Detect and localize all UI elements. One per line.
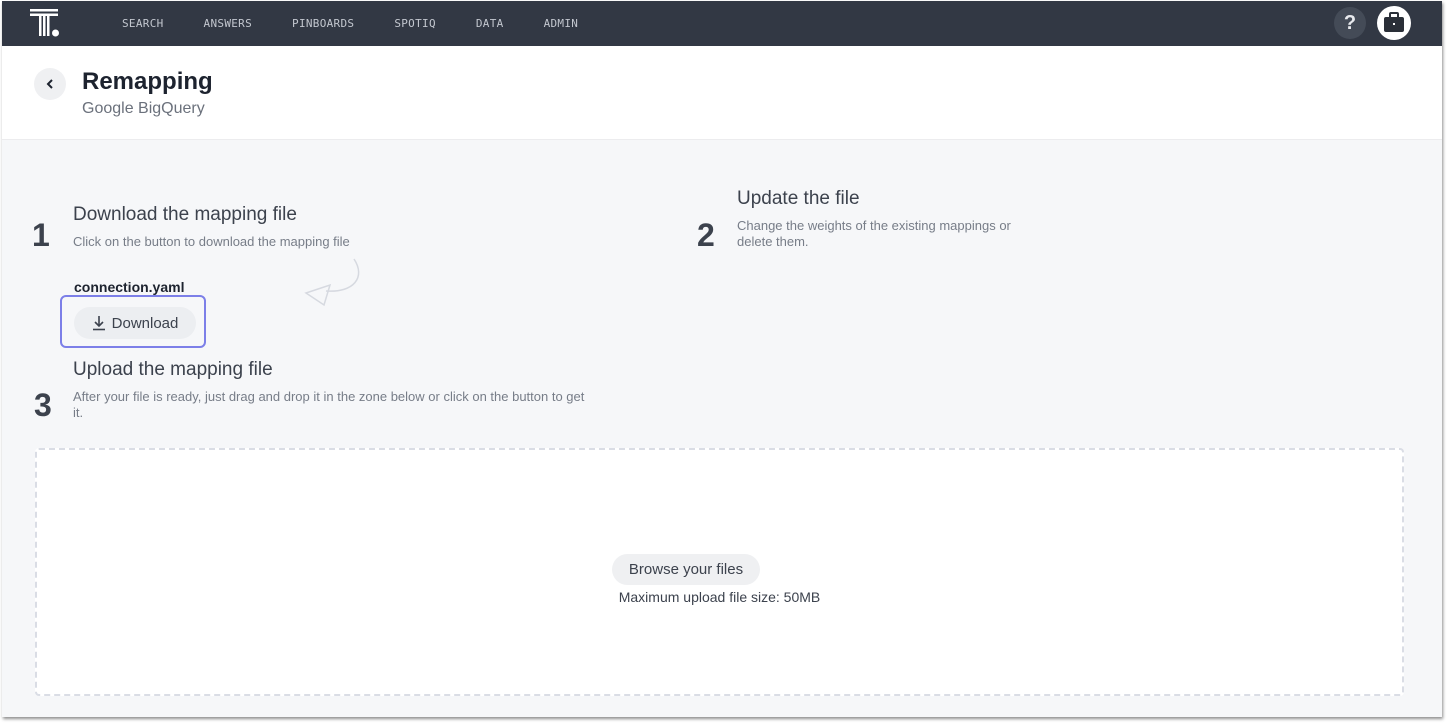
step-3-title: Upload the mapping file	[73, 359, 273, 380]
app-window: SEARCH ANSWERS PINBOARDS SPOTIQ DATA ADM…	[2, 1, 1442, 717]
nav-item-search[interactable]: SEARCH	[122, 17, 164, 30]
step-1-number: 1	[32, 217, 50, 253]
nav-item-pinboards[interactable]: PINBOARDS	[292, 17, 354, 30]
help-icon: ?	[1343, 11, 1357, 34]
page-title: Remapping	[82, 68, 213, 95]
briefcase-icon	[1384, 12, 1404, 32]
hint-arrow-icon	[304, 258, 360, 307]
step-2-number: 2	[697, 217, 715, 253]
step-3-number: 3	[34, 387, 52, 423]
step-2-description: Change the weights of the existing mappi…	[737, 218, 1011, 249]
back-button[interactable]	[34, 68, 66, 100]
download-button-label: Download	[111, 314, 179, 332]
thoughtspot-logo-icon[interactable]	[30, 9, 62, 39]
top-nav: SEARCH ANSWERS PINBOARDS SPOTIQ DATA ADM…	[2, 1, 1442, 46]
nav-menu: SEARCH ANSWERS PINBOARDS SPOTIQ DATA ADM…	[122, 1, 618, 46]
page-header: Remapping Google BigQuery	[2, 46, 1442, 140]
download-button[interactable]: Download	[74, 307, 196, 339]
mapping-file-name: connection.yaml	[74, 279, 185, 295]
nav-item-answers[interactable]: ANSWERS	[204, 17, 252, 30]
step-3-description: After your file is ready, just drag and …	[73, 389, 585, 420]
chevron-left-icon	[46, 79, 53, 89]
nav-item-data[interactable]: DATA	[476, 17, 504, 30]
max-upload-size-text: Maximum upload file size: 50MB	[618, 589, 821, 605]
browse-files-button[interactable]: Browse your files	[612, 554, 760, 585]
page-subtitle: Google BigQuery	[82, 100, 205, 117]
help-button[interactable]: ?	[1334, 7, 1366, 39]
step-1-title: Download the mapping file	[73, 204, 297, 225]
nav-item-admin[interactable]: ADMIN	[544, 17, 579, 30]
file-dropzone[interactable]: Browse your files Maximum upload file si…	[35, 448, 1404, 696]
profile-button[interactable]	[1377, 6, 1411, 40]
download-icon	[92, 316, 105, 331]
step-1-description: Click on the button to download the mapp…	[73, 234, 350, 249]
nav-item-spotiq[interactable]: SPOTIQ	[394, 17, 436, 30]
step-2-title: Update the file	[737, 188, 860, 209]
